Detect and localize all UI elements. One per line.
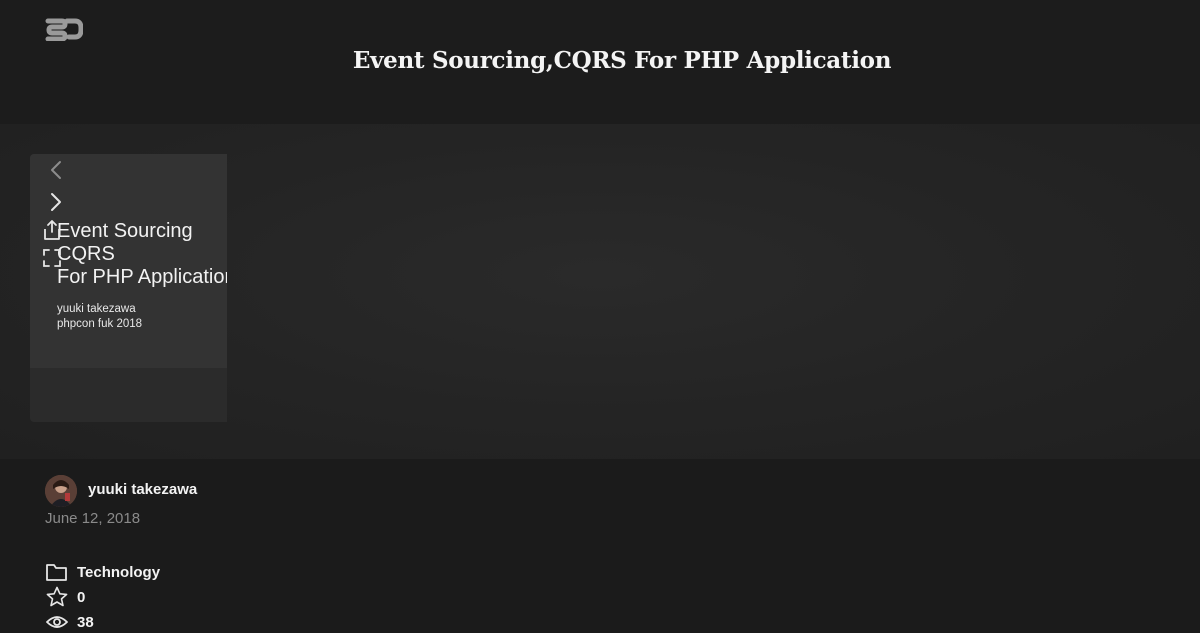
slide-subtitle: yuuki takezawa phpcon fuk 2018 [57,303,143,330]
prev-slide-button[interactable] [47,159,65,181]
author-name[interactable]: yuuki takezawa [88,481,197,498]
star-count: 0 [77,588,86,606]
star-button[interactable]: 0 [45,586,85,608]
category-link[interactable]: Technology [45,561,160,583]
share-icon [44,220,60,240]
chevron-right-icon [51,193,61,211]
logo-icon [45,18,84,42]
next-slide-button[interactable] [47,191,65,213]
folder-icon [46,564,67,581]
share-button[interactable] [41,219,63,241]
speakerdeck-logo[interactable] [45,17,84,42]
category-label: Technology [77,563,161,581]
fullscreen-icon [43,249,61,267]
fullscreen-button[interactable] [41,247,63,269]
avatar[interactable] [45,475,77,507]
page-title: Event Sourcing,CQRS For PHP Application [352,47,892,74]
avatar-image [45,475,77,507]
publish-date: June 12, 2018 [45,510,141,527]
star-icon [46,586,68,607]
slide-heading: Event Sourcing CQRS For PHP Application [57,220,227,288]
chevron-left-icon [51,161,61,179]
view-count: 38 [77,613,94,631]
